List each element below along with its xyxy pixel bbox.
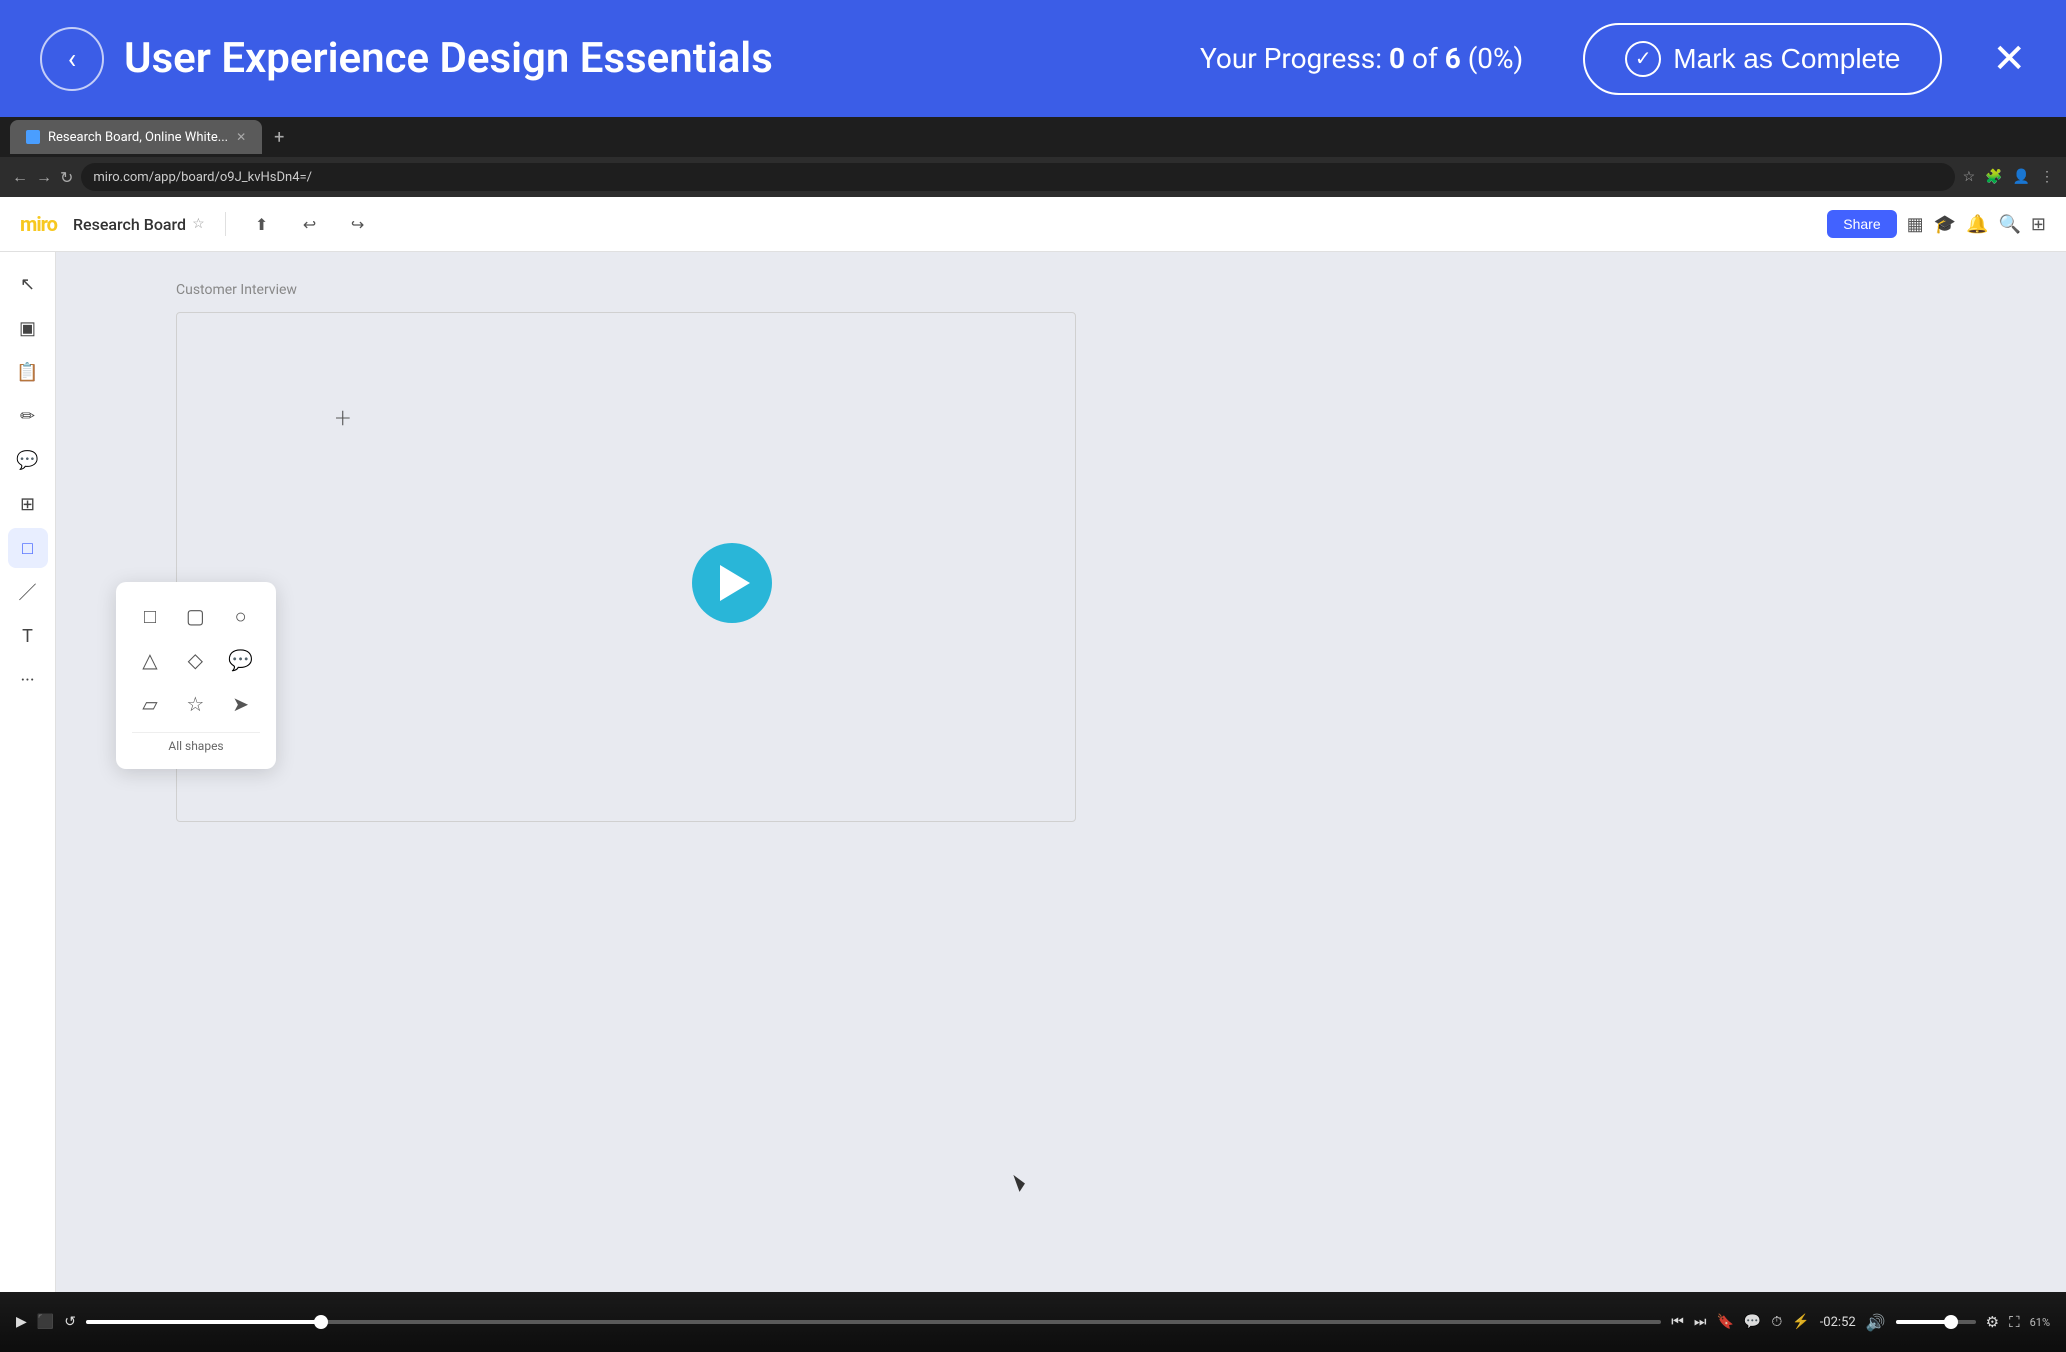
back-icon: ‹ — [68, 42, 76, 75]
volume-fill — [1896, 1320, 1952, 1324]
bookmark-ctrl-icon[interactable]: 🔖 — [1716, 1314, 1733, 1330]
video-label: Customer Interview — [176, 282, 297, 298]
profile-icon[interactable]: 👤 — [2013, 169, 2030, 185]
miro-app: miro Research Board ☆ ⬆ ↩ ↪ Share ▦ 🎓 🔔 … — [0, 197, 2066, 1292]
mark-complete-button[interactable]: ✓ Mark as Complete — [1583, 23, 1942, 95]
extension-icon[interactable]: 🧩 — [1985, 169, 2002, 185]
progress-pct: (0%) — [1468, 42, 1524, 75]
pen-tool[interactable]: ✏ — [8, 396, 48, 436]
fullscreen-icon[interactable]: ⛶ — [2009, 1313, 2020, 1331]
tab-bar: Research Board, Online White... ✕ + — [0, 117, 2066, 157]
topbar-divider — [225, 212, 226, 236]
browser-chrome: Research Board, Online White... ✕ + ← → … — [0, 117, 2066, 197]
cursor-tool[interactable]: ↖ — [8, 264, 48, 304]
shape-diamond[interactable]: ◇ — [177, 642, 213, 678]
tab-favicon — [26, 130, 40, 144]
progress-current: 0 — [1389, 42, 1405, 75]
close-button[interactable]: ✕ — [1992, 35, 2026, 82]
nav-refresh-icon[interactable]: ↻ — [60, 168, 73, 187]
new-tab-button[interactable]: + — [266, 127, 292, 148]
volume-bar[interactable] — [1896, 1320, 1976, 1324]
course-header: ‹ User Experience Design Essentials Your… — [0, 0, 2066, 117]
chapter-next-icon[interactable]: ⏭ — [1694, 1314, 1707, 1330]
active-tab[interactable]: Research Board, Online White... ✕ — [10, 120, 262, 154]
board-name-button[interactable]: Research Board ☆ — [73, 215, 205, 234]
play-pause-button[interactable]: ▶ — [16, 1314, 27, 1330]
canvas-area[interactable]: □ ▢ ○ △ ◇ 💬 ▱ ☆ ➤ All shapes Customer In… — [56, 252, 2066, 1292]
volume-icon[interactable]: 🔊 — [1866, 1313, 1886, 1332]
settings-icon[interactable]: ⚙ — [1986, 1313, 1999, 1331]
shape-star[interactable]: ☆ — [177, 686, 213, 722]
progress-total: 6 — [1445, 42, 1461, 75]
shapes-popup: □ ▢ ○ △ ◇ 💬 ▱ ☆ ➤ All shapes — [116, 582, 276, 769]
text-tool[interactable]: T — [8, 616, 48, 656]
mouse-cursor — [1016, 1172, 1036, 1192]
video-frame: + — [176, 312, 1076, 822]
star-icon[interactable]: ☆ — [192, 216, 205, 232]
nav-bar: ← → ↻ miro.com/app/board/o9J_kvHsDn4=/ ☆… — [0, 157, 2066, 197]
mark-complete-label: Mark as Complete — [1673, 43, 1900, 75]
undo-icon[interactable]: ↩ — [294, 208, 326, 240]
close-icon: ✕ — [1992, 35, 2026, 82]
bookmark-icon[interactable]: ☆ — [1963, 169, 1976, 185]
progress-of: of — [1412, 42, 1445, 75]
redo-icon[interactable]: ↪ — [342, 208, 374, 240]
caption-icon[interactable]: 💬 — [1744, 1314, 1761, 1330]
tab-title: Research Board, Online White... — [48, 130, 228, 145]
shapes-tool[interactable]: □ — [8, 528, 48, 568]
table-tool[interactable]: ⊞ — [8, 484, 48, 524]
frames-tool[interactable]: ▣ — [8, 308, 48, 348]
miro-left-sidebar: ↖ ▣ 📋 ✏ 💬 ⊞ □ ／ T ··· — [0, 252, 56, 1292]
url-bar[interactable]: miro.com/app/board/o9J_kvHsDn4=/ — [81, 163, 1954, 191]
dashboard-icon[interactable]: ▦ — [1907, 214, 1924, 235]
stop-button[interactable]: ⬛ — [37, 1314, 54, 1330]
back-button[interactable]: ‹ — [40, 27, 104, 91]
share-button[interactable]: Share — [1827, 210, 1896, 238]
play-button[interactable] — [692, 543, 772, 623]
miro-logo: miro — [20, 212, 57, 236]
url-text: miro.com/app/board/o9J_kvHsDn4=/ — [93, 170, 312, 185]
shape-speech[interactable]: 💬 — [223, 642, 259, 678]
sticky-tool[interactable]: 📋 — [8, 352, 48, 392]
search-topbar-icon[interactable]: 🔍 — [1998, 214, 2020, 235]
add-content-button[interactable]: + — [335, 401, 351, 434]
more-tools[interactable]: ··· — [8, 660, 48, 700]
share-to-web-icon[interactable]: ⬆ — [246, 208, 278, 240]
progress-text: Your Progress: 0 of 6 (0%) — [1200, 42, 1523, 75]
shape-parallelogram[interactable]: ▱ — [132, 686, 168, 722]
tab-close-button[interactable]: ✕ — [236, 130, 246, 144]
line-tool[interactable]: ／ — [8, 572, 48, 612]
browser-right-icons: ☆ 🧩 👤 ⋮ — [1963, 169, 2054, 185]
shape-arrow[interactable]: ➤ — [223, 686, 259, 722]
check-circle-icon: ✓ — [1625, 41, 1661, 77]
shape-circle[interactable]: ○ — [223, 598, 259, 634]
shape-rounded[interactable]: ▢ — [177, 598, 213, 634]
video-controls-bar: ▶ ⬛ ↺ ⏮ ⏭ 🔖 💬 ⏱ ⚡ -02:52 🔊 ⚙ ⛶ 61% — [0, 1292, 2066, 1352]
shape-square[interactable]: □ — [132, 598, 168, 634]
flash-icon[interactable]: ⚡ — [1792, 1314, 1809, 1330]
nav-forward-icon[interactable]: → — [36, 167, 52, 187]
shapes-grid: □ ▢ ○ △ ◇ 💬 ▱ ☆ ➤ — [132, 598, 260, 722]
miro-topbar: miro Research Board ☆ ⬆ ↩ ↪ Share ▦ 🎓 🔔 … — [0, 197, 2066, 252]
miro-topbar-right: Share ▦ 🎓 🔔 🔍 ⊞ — [1827, 210, 2046, 238]
bell-icon[interactable]: 🔔 — [1966, 214, 1988, 235]
shape-triangle[interactable]: △ — [132, 642, 168, 678]
comment-tool[interactable]: 💬 — [8, 440, 48, 480]
course-title: User Experience Design Essentials — [124, 34, 1180, 83]
all-shapes-label[interactable]: All shapes — [132, 732, 260, 753]
nav-back-icon[interactable]: ← — [12, 167, 28, 187]
video-progress-bar[interactable] — [86, 1320, 1661, 1324]
zoom-label: 61% — [2030, 1316, 2050, 1329]
loop-button[interactable]: ↺ — [64, 1314, 76, 1330]
timer-icon[interactable]: ⏱ — [1771, 1314, 1782, 1330]
time-remaining: -02:52 — [1820, 1315, 1856, 1330]
grid-icon[interactable]: ⊞ — [2031, 214, 2046, 235]
chapter-prev-icon[interactable]: ⏮ — [1671, 1314, 1684, 1330]
graduation-icon[interactable]: 🎓 — [1934, 214, 1956, 235]
progress-fill — [86, 1320, 322, 1324]
board-name-text: Research Board — [73, 215, 186, 234]
menu-icon[interactable]: ⋮ — [2040, 169, 2054, 185]
progress-label: Your Progress: — [1200, 42, 1382, 75]
